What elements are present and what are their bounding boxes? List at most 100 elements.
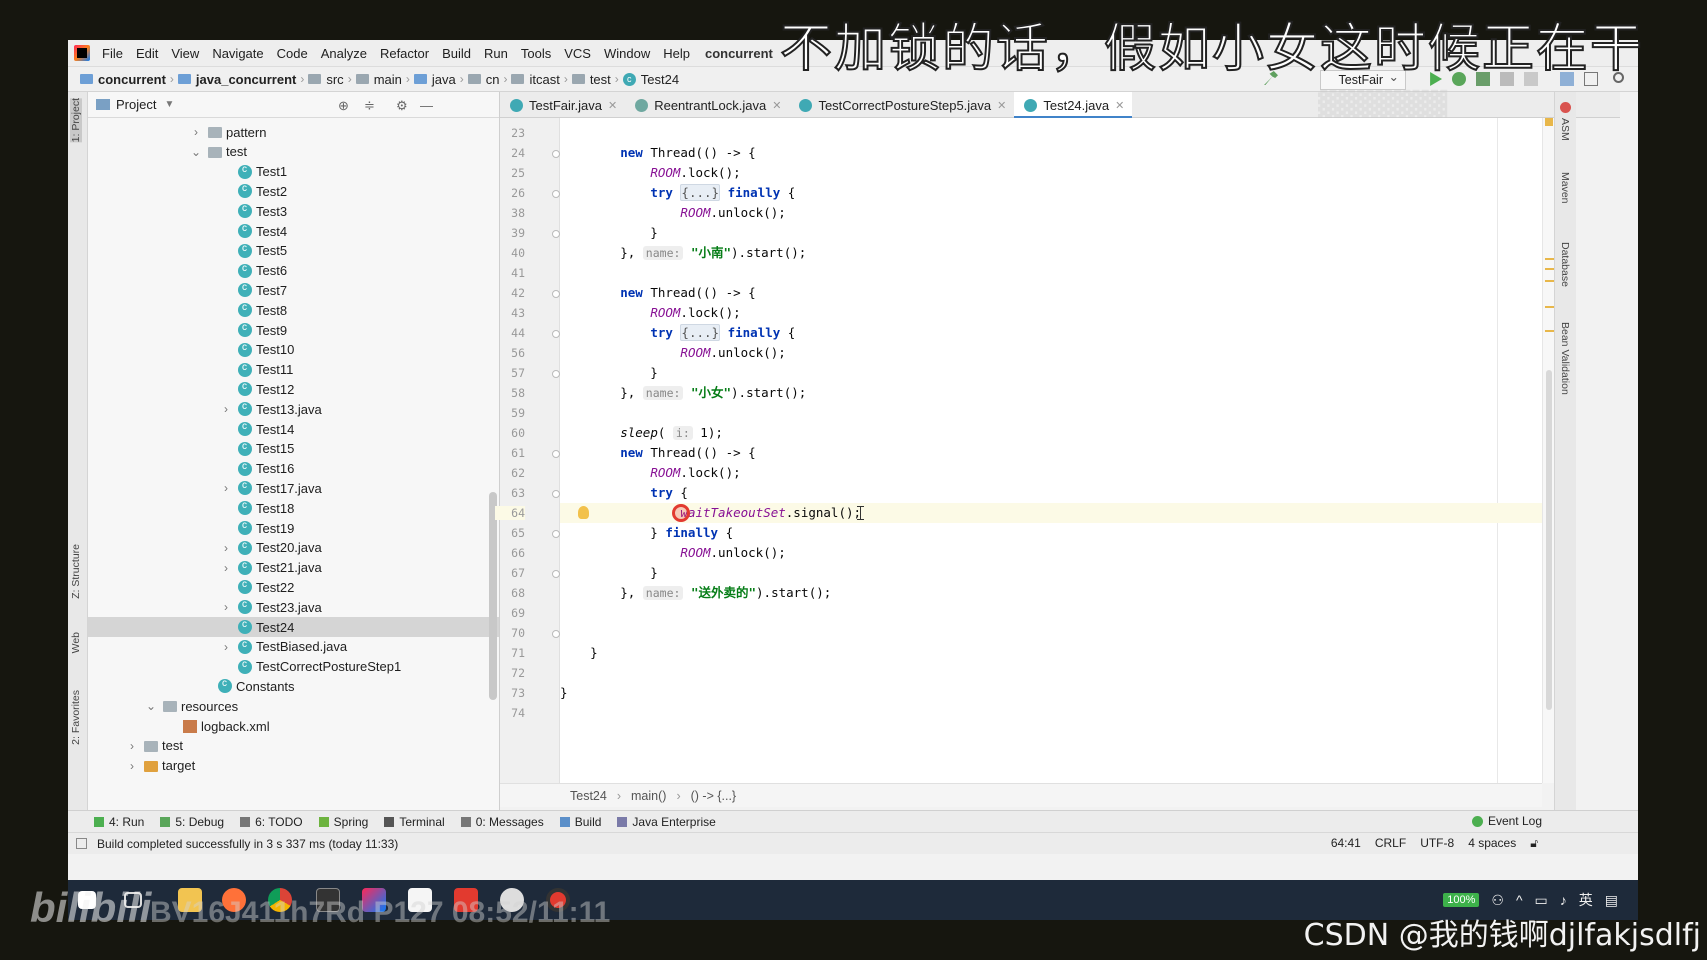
tree-item[interactable]: Test5 <box>88 241 499 261</box>
crumb-cn[interactable]: cn <box>467 72 499 87</box>
menu-code[interactable]: Code <box>277 46 308 61</box>
menu-help[interactable]: Help <box>663 46 690 61</box>
tab-testfair[interactable]: TestFair.java ✕ <box>500 92 625 118</box>
close-icon[interactable]: ✕ <box>608 99 617 112</box>
tool-window-spring[interactable]: Spring <box>318 815 368 829</box>
tool-window-build[interactable]: Build <box>559 815 601 829</box>
status-message[interactable]: Build completed successfully in 3 s 337 … <box>97 837 398 851</box>
menu-vcs[interactable]: VCS <box>564 46 591 61</box>
event-log-button[interactable]: Event Log <box>1471 814 1542 828</box>
fold-marker-icon[interactable] <box>552 530 560 538</box>
menu-build[interactable]: Build <box>442 46 471 61</box>
database-tool-tab[interactable]: Database <box>1559 242 1571 287</box>
warning-marker[interactable] <box>1545 268 1554 270</box>
menu-tools[interactable]: Tools <box>521 46 551 61</box>
asm-tool-tab[interactable]: ASM <box>1559 118 1571 141</box>
warning-marker[interactable] <box>1545 306 1554 308</box>
chevron-right-icon[interactable]: › <box>220 600 232 614</box>
breadcrumb-method[interactable]: main() <box>631 789 666 803</box>
line-separator[interactable]: CRLF <box>1375 836 1406 851</box>
web-tool-tab[interactable]: Web <box>70 632 82 653</box>
menu-file[interactable]: File <box>102 46 123 61</box>
lock-icon[interactable]: 🔓︎ <box>1530 836 1538 851</box>
tool-window-todo[interactable]: 6: TODO <box>240 815 303 829</box>
chevron-up-icon[interactable]: ^ <box>1516 892 1523 908</box>
bean-validation-tool-tab[interactable]: Bean Validation <box>1559 322 1571 395</box>
tree-item[interactable]: › Test13.java <box>88 399 499 419</box>
code-editor[interactable]: new Thread(() -> { ROOM.lock(); try {...… <box>560 118 1542 783</box>
crumb-test[interactable]: test <box>571 72 611 87</box>
project-view-select[interactable]: Project <box>116 97 156 112</box>
network-icon[interactable]: ▭ <box>1535 892 1548 909</box>
fold-marker-icon[interactable] <box>552 570 560 578</box>
chevron-right-icon[interactable]: › <box>126 739 138 753</box>
project-tool-tab[interactable]: 1: Project <box>70 98 82 143</box>
menu-run[interactable]: Run <box>484 46 508 61</box>
tree-item[interactable]: Test11 <box>88 360 499 380</box>
tree-item[interactable]: › Test21.java <box>88 558 499 578</box>
tool-window-messages[interactable]: 0: Messages <box>460 815 544 829</box>
chevron-right-icon[interactable]: › <box>220 481 232 495</box>
tab-testcorrectposturestep5[interactable]: TestCorrectPostureStep5.java ✕ <box>789 92 1014 118</box>
editor-scrollbar-thumb[interactable] <box>1546 370 1552 710</box>
indent-setting[interactable]: 4 spaces <box>1468 836 1516 851</box>
tree-item[interactable]: Test24 <box>88 617 499 637</box>
breadcrumb-class[interactable]: Test24 <box>570 789 607 803</box>
tree-item[interactable]: Test8 <box>88 300 499 320</box>
tree-item[interactable]: › Test23.java <box>88 597 499 617</box>
crumb-project[interactable]: concurrent <box>80 72 166 87</box>
tree-item[interactable]: Test15 <box>88 439 499 459</box>
tree-item[interactable]: ⌄ resources <box>88 696 499 716</box>
tree-item[interactable]: Test16 <box>88 459 499 479</box>
intention-bulb-icon[interactable] <box>578 506 589 519</box>
crumb-module[interactable]: java_concurrent <box>177 72 296 87</box>
tree-item[interactable]: logback.xml <box>88 716 499 736</box>
crumb-test24[interactable]: c Test24 <box>622 72 679 87</box>
file-encoding[interactable]: UTF-8 <box>1420 836 1454 851</box>
tree-item[interactable]: Test10 <box>88 340 499 360</box>
fold-marker-icon[interactable] <box>552 370 560 378</box>
tree-item[interactable]: Test19 <box>88 518 499 538</box>
chevron-right-icon[interactable]: › <box>220 640 232 654</box>
chevron-down-icon[interactable]: ⌄ <box>145 699 157 713</box>
favorites-tool-tab[interactable]: 2: Favorites <box>70 690 82 745</box>
tree-item[interactable]: › pattern <box>88 122 499 142</box>
fold-marker-icon[interactable] <box>552 190 560 198</box>
chevron-right-icon[interactable]: › <box>190 125 202 139</box>
locate-icon[interactable]: ⊕ <box>338 98 349 114</box>
tree-item[interactable]: › test <box>88 736 499 756</box>
crumb-java[interactable]: java <box>413 72 456 87</box>
menu-analyze[interactable]: Analyze <box>321 46 367 61</box>
crumb-main[interactable]: main <box>355 72 402 87</box>
close-icon[interactable]: ✕ <box>772 99 781 112</box>
tool-window-javaee[interactable]: Java Enterprise <box>617 815 716 829</box>
crumb-src[interactable]: src <box>308 72 344 87</box>
editor-error-stripe[interactable] <box>1542 118 1554 783</box>
tree-item[interactable]: Test2 <box>88 181 499 201</box>
menu-edit[interactable]: Edit <box>136 46 158 61</box>
tree-item[interactable]: ⌄ test <box>88 142 499 162</box>
crumb-itcast[interactable]: itcast <box>511 72 560 87</box>
tree-item[interactable]: Test22 <box>88 577 499 597</box>
ime-indicator[interactable]: 英 <box>1579 890 1593 910</box>
tree-item[interactable]: Test9 <box>88 320 499 340</box>
menu-view[interactable]: View <box>171 46 199 61</box>
tree-item[interactable]: Test14 <box>88 419 499 439</box>
tree-item[interactable]: TestCorrectPostureStep1 <box>88 657 499 677</box>
maven-tool-tab[interactable]: Maven <box>1559 172 1571 204</box>
tree-item[interactable]: Test12 <box>88 379 499 399</box>
collapse-all-icon[interactable]: ≑ <box>364 98 375 114</box>
warning-marker[interactable] <box>1545 330 1554 332</box>
fold-marker-icon[interactable] <box>552 290 560 298</box>
tree-item[interactable]: Constants <box>88 676 499 696</box>
tree-item[interactable]: Test6 <box>88 261 499 281</box>
tree-item[interactable]: Test18 <box>88 498 499 518</box>
menu-navigate[interactable]: Navigate <box>212 46 263 61</box>
minimize-icon[interactable]: — <box>420 98 433 113</box>
chevron-right-icon[interactable]: › <box>220 561 232 575</box>
chevron-right-icon[interactable]: › <box>220 541 232 555</box>
tree-item[interactable]: › Test17.java <box>88 478 499 498</box>
asm-icon[interactable] <box>1560 102 1571 113</box>
structure-tool-tab[interactable]: Z: Structure <box>70 544 82 599</box>
tree-item[interactable]: › Test20.java <box>88 538 499 558</box>
